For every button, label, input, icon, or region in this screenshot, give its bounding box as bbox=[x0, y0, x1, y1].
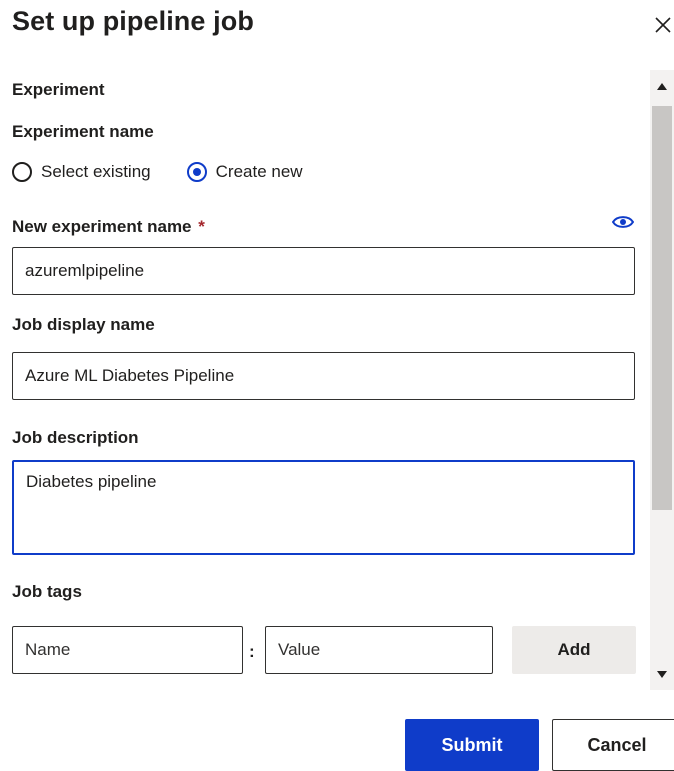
radio-label: Create new bbox=[215, 162, 303, 181]
caret-up-icon bbox=[657, 83, 667, 90]
add-tag-button[interactable]: Add bbox=[512, 626, 636, 674]
tag-value-input[interactable]: Value bbox=[265, 626, 493, 674]
caret-down-icon bbox=[657, 671, 667, 678]
close-icon bbox=[655, 17, 671, 33]
experiment-name-label: Experiment name bbox=[12, 122, 154, 141]
scroll-down-button[interactable] bbox=[650, 668, 674, 682]
submit-button[interactable]: Submit bbox=[405, 719, 539, 771]
job-display-name-input[interactable]: Azure ML Diabetes Pipeline bbox=[12, 352, 635, 400]
eye-icon bbox=[611, 216, 635, 228]
close-button[interactable] bbox=[654, 12, 674, 36]
radio-create-new[interactable]: Create new bbox=[186, 162, 303, 182]
radio-circle bbox=[12, 162, 32, 182]
cancel-button[interactable]: Cancel bbox=[552, 719, 674, 771]
scroll-up-button[interactable] bbox=[650, 78, 674, 92]
new-experiment-name-label: New experiment name * bbox=[12, 217, 205, 237]
radio-label: Select existing bbox=[41, 162, 151, 181]
scroll-thumb[interactable] bbox=[652, 106, 672, 510]
experiment-radio-group: Select existing Create new bbox=[12, 157, 339, 187]
scrollbar[interactable] bbox=[650, 70, 674, 690]
visibility-toggle[interactable] bbox=[611, 215, 635, 229]
job-tags-label: Job tags bbox=[12, 582, 82, 601]
dialog-content: Experiment Experiment name Select existi… bbox=[0, 70, 648, 690]
radio-select-existing[interactable]: Select existing bbox=[12, 162, 151, 182]
radio-circle-checked bbox=[186, 162, 207, 182]
dialog-title: Set up pipeline job bbox=[12, 6, 254, 36]
job-description-textarea[interactable]: Diabetes pipeline bbox=[12, 460, 635, 555]
required-marker: * bbox=[198, 217, 205, 236]
job-description-label: Job description bbox=[12, 428, 139, 447]
label-text: New experiment name bbox=[12, 217, 192, 236]
tag-separator: : bbox=[249, 642, 255, 661]
job-display-name-label: Job display name bbox=[12, 315, 155, 334]
new-experiment-name-input[interactable]: azuremlpipeline bbox=[12, 247, 635, 295]
tag-name-input[interactable]: Name bbox=[12, 626, 243, 674]
experiment-section-title: Experiment bbox=[12, 80, 105, 99]
